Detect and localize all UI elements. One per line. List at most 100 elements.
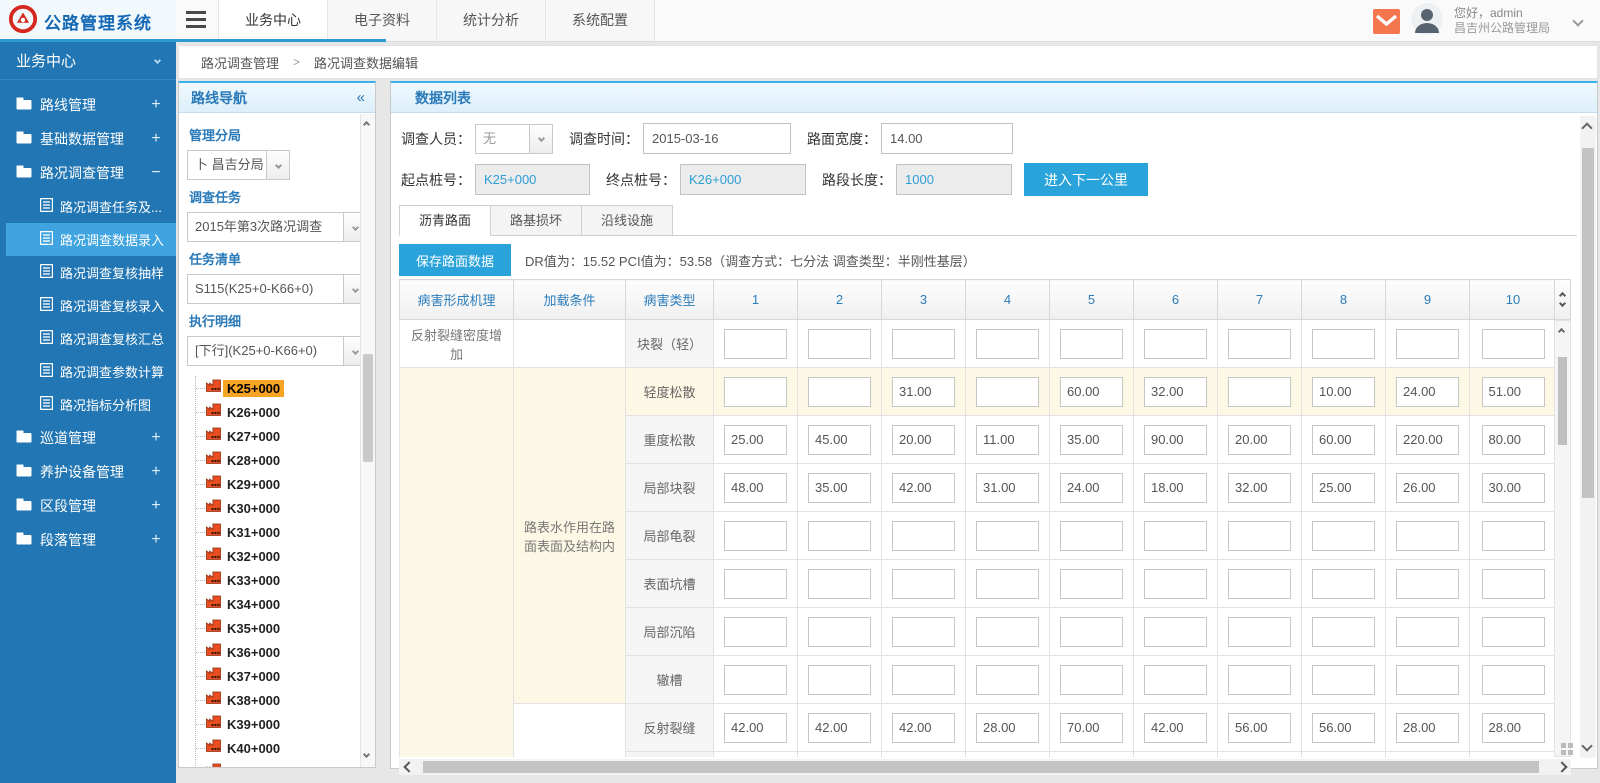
tree-item-K33+000[interactable]: K33+000 <box>196 568 367 592</box>
damage-value-input[interactable] <box>1228 425 1291 455</box>
table-vertical-scrollbar[interactable] <box>1554 279 1571 757</box>
damage-value-input[interactable] <box>1144 617 1207 647</box>
damage-value-input[interactable] <box>1312 425 1375 455</box>
sidebar-subitem-路况调查复核抽样[interactable]: 路况调查复核抽样 <box>6 256 176 289</box>
damage-value-input[interactable] <box>808 569 871 599</box>
expand-plus-icon[interactable]: + <box>150 130 162 148</box>
damage-value-input[interactable] <box>1482 425 1545 455</box>
tree-item-K27+000[interactable]: K27+000 <box>196 424 367 448</box>
damage-value-input[interactable] <box>724 473 787 503</box>
damage-value-input[interactable] <box>724 329 787 359</box>
user-avatar[interactable] <box>1410 2 1444 41</box>
sidebar-subitem-路况调查任务及...[interactable]: 路况调查任务及... <box>6 190 176 223</box>
damage-value-input[interactable] <box>1396 617 1459 647</box>
damage-value-input[interactable] <box>1396 713 1459 743</box>
sidebar-title[interactable]: 业务中心 <box>0 42 176 80</box>
tab-沥青路面[interactable]: 沥青路面 <box>399 205 491 236</box>
damage-value-input[interactable] <box>892 617 955 647</box>
damage-value-input[interactable] <box>1312 329 1375 359</box>
damage-value-input[interactable] <box>808 665 871 695</box>
sidebar-subitem-路况调查数据录入[interactable]: 路况调查数据录入 <box>6 223 176 256</box>
damage-value-input[interactable] <box>1144 377 1207 407</box>
dropdown-管理分局[interactable]: 卜 昌吉分局 <box>187 150 290 180</box>
collapse-minus-icon[interactable]: − <box>150 164 162 182</box>
road-width-input[interactable] <box>881 123 1013 154</box>
scrollbar-thumb[interactable] <box>1558 357 1567 445</box>
damage-value-input[interactable] <box>892 473 955 503</box>
dropdown-任务清单[interactable]: S115(K25+0-K66+0) <box>187 274 367 304</box>
damage-value-input[interactable] <box>892 329 955 359</box>
damage-value-input[interactable] <box>1060 377 1123 407</box>
expand-plus-icon[interactable]: + <box>150 531 162 549</box>
top-nav-item-系统配置[interactable]: 系统配置 <box>546 0 655 41</box>
damage-value-input[interactable] <box>1482 329 1545 359</box>
damage-value-input[interactable] <box>976 665 1039 695</box>
damage-value-input[interactable] <box>1228 665 1291 695</box>
breadcrumb-parent[interactable]: 路况调查管理 <box>201 53 279 72</box>
chevron-down-icon[interactable] <box>530 124 553 154</box>
damage-value-input[interactable] <box>1144 473 1207 503</box>
damage-value-input[interactable] <box>724 569 787 599</box>
damage-value-input[interactable] <box>724 425 787 455</box>
message-envelope-icon[interactable] <box>1373 9 1400 34</box>
tree-item-K28+000[interactable]: K28+000 <box>196 448 367 472</box>
damage-value-input[interactable] <box>1396 377 1459 407</box>
expand-plus-icon[interactable]: + <box>150 497 162 515</box>
damage-value-input[interactable] <box>1228 473 1291 503</box>
damage-value-input[interactable] <box>976 569 1039 599</box>
damage-value-input[interactable] <box>724 665 787 695</box>
damage-value-input[interactable] <box>976 425 1039 455</box>
tree-item-K39+000[interactable]: K39+000 <box>196 712 367 736</box>
damage-value-input[interactable] <box>1060 569 1123 599</box>
surveyor-select[interactable]: 无 <box>475 124 553 154</box>
damage-value-input[interactable] <box>1312 665 1375 695</box>
damage-value-input[interactable] <box>1144 329 1207 359</box>
damage-value-input[interactable] <box>1312 473 1375 503</box>
damage-value-input[interactable] <box>1060 521 1123 551</box>
top-nav-item-电子资料[interactable]: 电子资料 <box>328 0 437 41</box>
damage-value-input[interactable] <box>1060 665 1123 695</box>
scroll-down-icon[interactable] <box>1559 300 1566 307</box>
damage-value-input[interactable] <box>1144 521 1207 551</box>
table-horizontal-scrollbar[interactable] <box>399 759 1571 775</box>
damage-value-input[interactable] <box>1312 521 1375 551</box>
damage-value-input[interactable] <box>976 617 1039 647</box>
damage-value-input[interactable] <box>808 713 871 743</box>
scrollbar-thumb[interactable] <box>423 761 1539 773</box>
tree-item-K38+000[interactable]: K38+000 <box>196 688 367 712</box>
damage-value-input[interactable] <box>976 473 1039 503</box>
panel-vertical-scrollbar[interactable] <box>1580 116 1596 758</box>
damage-value-input[interactable] <box>1312 569 1375 599</box>
sidebar-item-基础数据管理[interactable]: 基础数据管理+ <box>0 122 176 156</box>
damage-value-input[interactable] <box>1060 329 1123 359</box>
damage-value-input[interactable] <box>1396 569 1459 599</box>
damage-value-input[interactable] <box>1228 569 1291 599</box>
damage-value-input[interactable] <box>892 713 955 743</box>
damage-value-input[interactable] <box>1228 377 1291 407</box>
damage-value-input[interactable] <box>1312 617 1375 647</box>
sidebar-subitem-路况调查参数计算[interactable]: 路况调查参数计算 <box>6 355 176 388</box>
damage-value-input[interactable] <box>892 425 955 455</box>
tree-item-K41+000[interactable]: K41+000 <box>196 760 367 767</box>
chevron-down-icon[interactable] <box>267 150 290 180</box>
expand-plus-icon[interactable]: + <box>150 429 162 447</box>
tree-item-K35+000[interactable]: K35+000 <box>196 616 367 640</box>
column-scroll-arrows[interactable] <box>1554 279 1571 320</box>
damage-value-input[interactable] <box>1228 617 1291 647</box>
damage-value-input[interactable] <box>1482 617 1545 647</box>
damage-value-input[interactable] <box>1228 521 1291 551</box>
tree-item-K26+000[interactable]: K26+000 <box>196 400 367 424</box>
next-kilometer-button[interactable]: 进入下一公里 <box>1024 163 1148 196</box>
damage-value-input[interactable] <box>724 377 787 407</box>
sidebar-item-巡道管理[interactable]: 巡道管理+ <box>0 421 176 455</box>
damage-value-input[interactable] <box>1396 473 1459 503</box>
scrollbar-thumb[interactable] <box>363 354 373 462</box>
damage-value-input[interactable] <box>1312 377 1375 407</box>
sidebar-item-路况调查管理[interactable]: 路况调查管理− <box>0 156 176 190</box>
tab-沿线设施[interactable]: 沿线设施 <box>582 205 673 236</box>
damage-value-input[interactable] <box>976 713 1039 743</box>
damage-value-input[interactable] <box>976 521 1039 551</box>
sidebar-subitem-路况调查复核汇总[interactable]: 路况调查复核汇总 <box>6 322 176 355</box>
tree-item-K34+000[interactable]: K34+000 <box>196 592 367 616</box>
damage-value-input[interactable] <box>976 377 1039 407</box>
